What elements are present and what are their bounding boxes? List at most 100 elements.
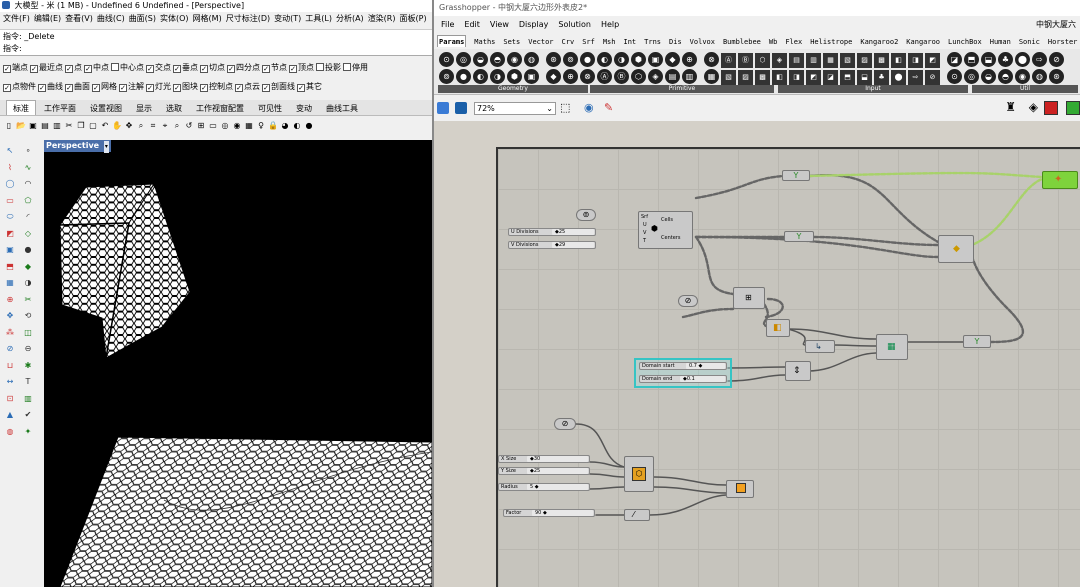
sketch-pen-icon[interactable]: ✎ [604,101,613,114]
osnap-checkbox[interactable]: ✓ 网格 [92,80,117,94]
preview-eye-icon[interactable]: ◉ [584,101,594,114]
number-slider[interactable]: X Size ◆30 [498,455,590,463]
rhino-menu-item[interactable]: 实体(O) [160,12,189,25]
gh-ribbon-tab[interactable]: Dis [669,36,682,47]
arc-icon[interactable]: ◠ [23,179,33,189]
gh-ribbon-tab[interactable]: Trns [644,36,661,47]
gh-component-icon[interactable]: ◉ [507,52,522,67]
rhino-menu-item[interactable]: 网格(M) [193,12,222,25]
rhino-toolbar-tab[interactable]: 选取 [160,101,188,115]
gh-component-icon[interactable]: ⇨ [908,70,923,85]
rhino-menu-item[interactable]: 变动(T) [274,12,301,25]
gh-component-icon[interactable]: ▨ [738,70,753,85]
rhino-menu-item[interactable]: 查看(V) [65,12,93,25]
gh-component-icon[interactable]: ◨ [789,70,804,85]
gh-component-icon[interactable]: ⬒ [840,70,855,85]
render-icon[interactable]: ● [304,121,314,131]
gh-component-icon[interactable]: ⬓ [857,70,872,85]
gh-component-icon[interactable]: ⊘ [925,70,940,85]
select-icon[interactable]: ▦ [244,121,254,131]
rhino-toolbar-tab[interactable]: 标准 [6,100,36,115]
group-icon[interactable]: ⊡ [5,394,15,404]
rotate-view-icon[interactable]: ✥ [124,121,134,131]
split-icon[interactable]: ⊖ [23,344,33,354]
curve-param-node[interactable]: ⊘ [678,295,698,307]
number-slider[interactable]: U Divisions ◆25 [508,228,596,236]
trim-icon[interactable]: ⊘ [5,344,15,354]
gh-component-icon[interactable]: ⊕ [563,69,578,84]
gh-component-icon[interactable]: ◑ [490,69,505,84]
gh-ribbon-tab[interactable]: Bumblebee [723,36,761,47]
rhino-menu-item[interactable]: 渲染(R) [368,12,396,25]
number-slider[interactable]: Factor 90 ◆ [503,509,595,517]
gh-component-icon[interactable]: ⊘ [1049,52,1064,67]
osnap-checkbox[interactable]: ✓ 垂点 [173,61,198,75]
gh-component-icon[interactable]: ⊚ [563,52,578,67]
gh-ribbon-tab[interactable]: Vector [528,36,553,47]
gh-component-icon[interactable]: ◎ [456,52,471,67]
select-icon[interactable]: ↖ [5,146,15,156]
gh-component-icon[interactable]: ⊙ [947,69,962,84]
preview-settings-icon[interactable]: ♜ [1005,100,1016,114]
rhino-toolbar-tab[interactable]: 显示 [130,101,158,115]
gh-component-icon[interactable]: ▣ [648,52,663,67]
gh-component-icon[interactable]: ▤ [789,53,804,68]
sphere-icon[interactable]: ● [23,245,33,255]
gh-ribbon-tab[interactable]: Params [437,35,467,47]
block-icon[interactable]: ▥ [23,394,33,404]
number-slider[interactable]: Y Size ◆25 [498,467,590,475]
gh-component-icon[interactable]: ♣ [874,70,889,85]
slider-value[interactable]: 90 ◆ [532,510,593,516]
tree-item-node-right[interactable]: Y [963,335,991,348]
gh-component-icon[interactable]: ◐ [597,52,612,67]
gh-component-icon[interactable]: ▩ [874,53,889,68]
number-slider[interactable]: Domain end ◆0.1 [639,375,727,383]
join-icon[interactable]: ⊔ [5,361,15,371]
rhino-menu-item[interactable]: 工具(L) [305,12,332,25]
gh-component-icon[interactable]: Ⓑ [738,53,753,68]
gh-ribbon-tab[interactable]: Sonic [1019,36,1040,47]
polygon-icon[interactable]: ⬠ [23,196,33,206]
cut-icon[interactable]: ✂ [64,121,74,131]
rhino-menu-item[interactable]: 分析(A) [336,12,364,25]
open-file-icon[interactable]: 📂 [16,121,26,131]
osnap-checkbox[interactable]: ✓ 控制点 [200,80,233,94]
gh-component-icon[interactable]: ◪ [947,52,962,67]
osnap-checkbox[interactable]: ✓ 点物件 [3,80,36,94]
osnap-checkbox[interactable]: 停用 [343,61,368,75]
gh-ribbon-tab[interactable]: LunchBox [948,36,982,47]
osnap-checkbox[interactable]: ✓ 交点 [146,61,171,75]
curve-icon[interactable]: ∿ [23,163,33,173]
gh-component-icon[interactable]: ♣ [998,52,1013,67]
zoom-icon[interactable]: ⌕ [136,121,146,131]
zoom-extents-icon[interactable]: ⌖ [160,121,170,131]
gh-component-icon[interactable]: ⬤ [1015,52,1030,67]
factor-component[interactable]: ⁄ [624,509,650,521]
gh-menu-item[interactable]: File [441,20,454,29]
gh-component-icon[interactable]: ⬤ [891,70,906,85]
gh-component-icon[interactable]: ▧ [721,70,736,85]
gh-ribbon-tab[interactable]: Human [990,36,1011,47]
four-view-icon[interactable]: ⊞ [196,121,206,131]
zoom-selected-icon[interactable]: ⌕ [172,121,182,131]
gh-component-icon[interactable]: ⊕ [682,52,697,67]
move-icon[interactable]: ✥ [5,311,15,321]
gh-component-icon[interactable]: ◆ [665,52,680,67]
tree-item-node-top[interactable]: Y [782,170,810,181]
gh-menu-item[interactable]: Display [519,20,549,29]
mesh-icon[interactable]: ▦ [5,278,15,288]
slider-value[interactable]: ◆29 [552,242,594,248]
osnap-checkbox[interactable]: ✓ 曲面 [65,80,90,94]
osnap-checkbox[interactable]: ✓ 点 [65,61,82,75]
ellipse-icon[interactable]: ⬭ [5,212,15,222]
rhino-menu-item[interactable]: 尺寸标注(D) [226,12,270,25]
gh-component-icon[interactable]: ◑ [614,52,629,67]
zoom-extents-icon[interactable]: ⬚ [560,101,570,114]
gh-component-icon[interactable]: ◍ [1032,69,1047,84]
gh-ribbon-tab[interactable]: Msh [603,36,616,47]
slider-value[interactable]: ◆0.1 [680,376,725,382]
osnap-checkbox[interactable]: ✓ 曲线 [38,80,63,94]
gh-canvas[interactable]: ⊚ Srf U V T Cells Centers ⬢ Y Y ◆ ✦ ⊘ ⊞ … [496,147,1080,587]
gh-component-icon[interactable]: ◩ [806,70,821,85]
polyline-icon[interactable]: ⌇ [5,163,15,173]
